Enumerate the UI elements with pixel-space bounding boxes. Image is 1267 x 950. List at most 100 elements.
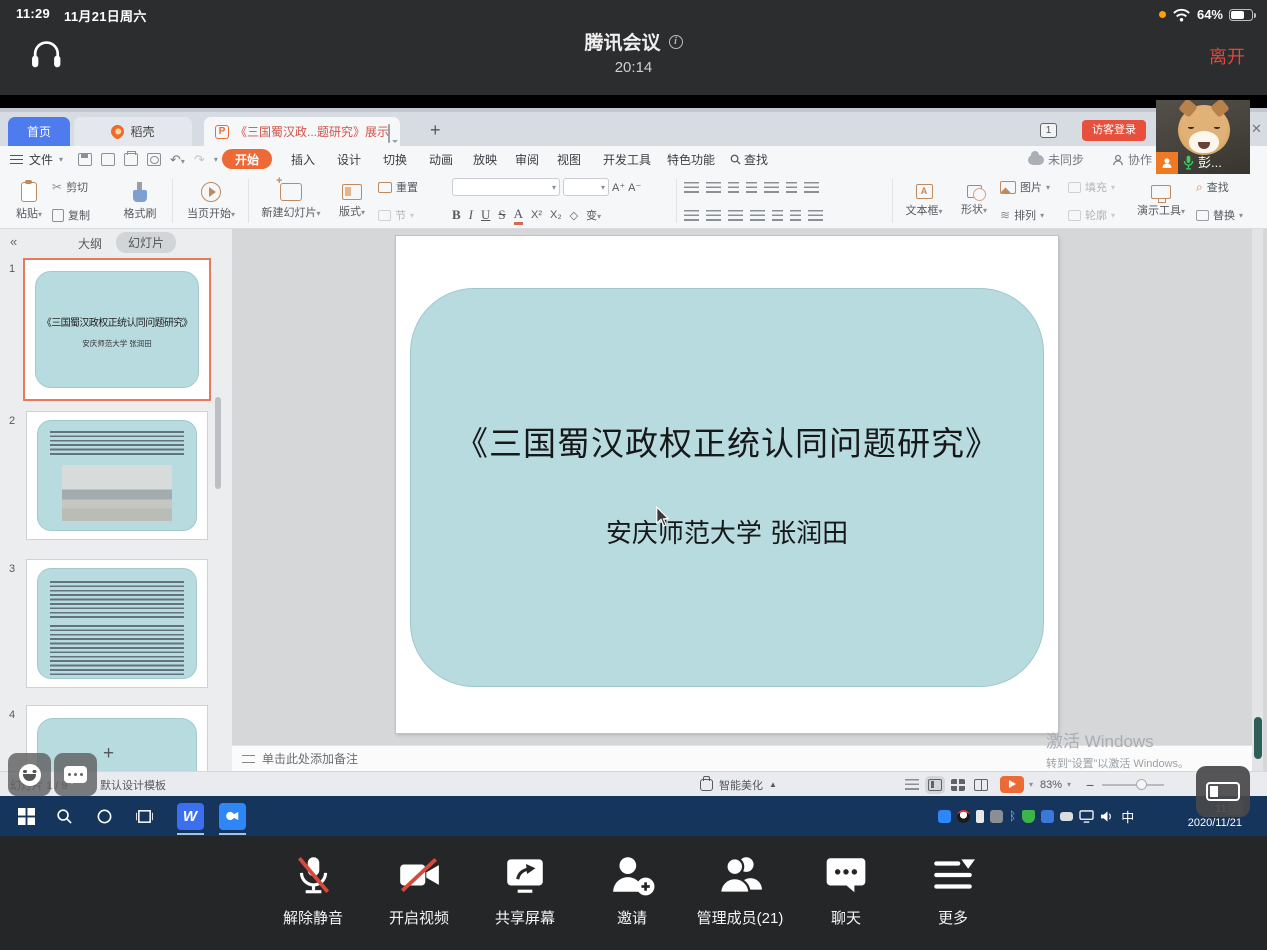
cortana-button[interactable] bbox=[86, 796, 122, 836]
section-button[interactable]: 节▾ bbox=[378, 201, 448, 229]
align-left-icon[interactable] bbox=[684, 210, 699, 221]
slides-tab[interactable]: 幻灯片 bbox=[116, 232, 176, 253]
reset-button[interactable]: 重置 bbox=[378, 173, 448, 201]
tray-storage-icon[interactable] bbox=[1060, 812, 1073, 821]
task-view-button[interactable] bbox=[126, 796, 162, 836]
save-icon[interactable] bbox=[78, 153, 92, 166]
file-menu[interactable]: 文件 ▾ bbox=[10, 146, 63, 173]
number-list-icon[interactable] bbox=[706, 182, 721, 193]
notes-view-icon[interactable] bbox=[905, 779, 919, 790]
align-right-icon[interactable] bbox=[728, 210, 743, 221]
unmute-button[interactable]: 解除静音 bbox=[260, 852, 366, 928]
canvas-scrollbar-thumb[interactable] bbox=[1254, 717, 1262, 759]
font-shrink-button[interactable]: A⁻ bbox=[628, 181, 641, 194]
menu-tab-transition[interactable]: 切换 bbox=[382, 146, 408, 173]
undo-icon[interactable]: ↶▾ bbox=[170, 152, 185, 168]
zoom-slider[interactable] bbox=[1102, 772, 1164, 797]
text-direction-icon[interactable] bbox=[804, 182, 819, 193]
tray-device-icon[interactable] bbox=[990, 810, 1003, 823]
italic-button[interactable]: I bbox=[469, 207, 473, 223]
tray-display-icon[interactable] bbox=[1079, 810, 1094, 823]
format-painter-button[interactable]: 格式刷 bbox=[116, 173, 164, 229]
wps-close-button[interactable]: ✕ bbox=[1251, 121, 1262, 137]
tray-volume-icon[interactable] bbox=[1100, 810, 1115, 823]
panel-scrollbar[interactable] bbox=[215, 397, 221, 489]
slide-sorter-icon[interactable] bbox=[951, 779, 965, 791]
chat-button[interactable]: 聊天 bbox=[793, 852, 899, 928]
subscript-button[interactable]: X₂ bbox=[550, 209, 562, 221]
leave-meeting-button[interactable]: 离开 bbox=[1209, 43, 1245, 69]
replace-button[interactable]: 替换▾ bbox=[1196, 201, 1252, 229]
menu-tab-view[interactable]: 视图 bbox=[556, 146, 582, 173]
comment-bubble-icon[interactable] bbox=[388, 125, 390, 143]
wps-tab-document[interactable]: P 《三国蜀汉政...题研究》展示 bbox=[204, 117, 400, 146]
taskbar-wps-app[interactable]: W bbox=[170, 796, 210, 836]
superscript-button[interactable]: X² bbox=[531, 209, 542, 221]
cloud-sync-status[interactable]: 未同步 bbox=[1028, 146, 1084, 173]
find-button[interactable]: ⌕查找 bbox=[1196, 173, 1252, 201]
outline-tab[interactable]: 大纲 bbox=[78, 235, 102, 252]
tray-app-icon[interactable] bbox=[1041, 810, 1054, 823]
menu-tab-home[interactable]: 开始 bbox=[222, 149, 272, 169]
share-screen-button[interactable]: 共享屏幕 bbox=[472, 852, 578, 928]
guest-login-badge[interactable]: 访客登录 bbox=[1082, 120, 1146, 141]
collaborate-button[interactable]: 协作 bbox=[1112, 146, 1152, 173]
justify-icon[interactable] bbox=[750, 210, 765, 221]
reading-view-icon[interactable] bbox=[974, 779, 988, 791]
menu-tab-features[interactable]: 特色功能 bbox=[666, 146, 716, 173]
columns-icon[interactable] bbox=[786, 182, 797, 193]
redo-icon[interactable]: ↷ bbox=[194, 152, 205, 168]
bullet-list-icon[interactable] bbox=[684, 182, 699, 193]
font-color-button[interactable]: A bbox=[514, 206, 523, 225]
tray-usb-icon[interactable] bbox=[976, 810, 984, 823]
present-tools-button[interactable]: 演示工具▾ bbox=[1130, 173, 1192, 229]
slideshow-play-button[interactable]: ▾ bbox=[1000, 772, 1033, 797]
participant-video-tile[interactable]: 彭... bbox=[1156, 100, 1250, 174]
outline-button[interactable]: 轮廓▾ bbox=[1068, 201, 1126, 229]
zoom-slider-knob[interactable] bbox=[1136, 779, 1147, 790]
slide-thumbnail-3[interactable] bbox=[26, 559, 208, 688]
wps-tab-docer[interactable]: 稻壳 bbox=[74, 117, 192, 146]
slide-thumbnail-1[interactable]: 《三国蜀汉政权正统认同问题研究》 安庆师范大学 张润田 bbox=[23, 258, 211, 401]
copy-button[interactable]: 复制 bbox=[52, 201, 114, 229]
menu-tab-animation[interactable]: 动画 bbox=[428, 146, 454, 173]
menu-tab-design[interactable]: 设计 bbox=[336, 146, 362, 173]
output-icon[interactable] bbox=[101, 153, 115, 166]
reaction-button[interactable] bbox=[8, 753, 51, 796]
font-size-select[interactable]: ▾ bbox=[563, 178, 609, 196]
floating-window-button[interactable] bbox=[1196, 766, 1250, 817]
new-slide-button[interactable]: 新建幻灯片▾ bbox=[256, 173, 326, 229]
current-slide[interactable]: 《三国蜀汉政权正统认同问题研究》 安庆师范大学 张润田 bbox=[396, 236, 1058, 733]
template-name[interactable]: 默认设计模板 bbox=[100, 772, 166, 797]
notes-bar[interactable]: 单击此处添加备注 bbox=[232, 745, 1252, 771]
print-icon[interactable] bbox=[124, 153, 138, 166]
picture-button[interactable]: 图片▾ bbox=[1000, 173, 1066, 201]
start-button[interactable] bbox=[8, 796, 44, 836]
toolbar-options-icon[interactable]: ▾ bbox=[214, 155, 218, 164]
zoom-percent[interactable]: 83%▾ bbox=[1040, 772, 1071, 797]
quick-chat-button[interactable] bbox=[54, 753, 97, 796]
meeting-info-icon[interactable]: i bbox=[669, 35, 683, 49]
tray-security-shield-icon[interactable] bbox=[1022, 810, 1035, 823]
zoom-out-button[interactable]: − bbox=[1086, 772, 1094, 797]
invite-button[interactable]: 邀请 bbox=[579, 852, 685, 928]
taskbar-meeting-app[interactable] bbox=[212, 796, 252, 836]
taskbar-search-button[interactable] bbox=[46, 796, 82, 836]
more-button[interactable]: 更多 bbox=[900, 852, 1006, 928]
distribute-icon[interactable] bbox=[772, 210, 783, 221]
paste-button[interactable]: 粘贴▾ bbox=[8, 173, 50, 229]
tray-meeting-icon[interactable] bbox=[938, 810, 951, 823]
slide-thumbnail-2[interactable] bbox=[26, 411, 208, 540]
tray-bluetooth-icon[interactable]: ᛒ bbox=[1009, 809, 1016, 823]
strikethrough-button[interactable]: S bbox=[498, 207, 505, 223]
add-slide-button[interactable]: + bbox=[103, 743, 114, 765]
increase-indent-icon[interactable] bbox=[746, 182, 757, 193]
panel-collapse-button[interactable]: « bbox=[10, 234, 17, 249]
normal-view-icon[interactable] bbox=[928, 779, 942, 791]
play-from-current-button[interactable]: 当页开始▾ bbox=[180, 173, 242, 229]
layout-button[interactable]: 版式▾ bbox=[330, 173, 374, 229]
vertical-align-icon[interactable] bbox=[790, 210, 801, 221]
text-box-button[interactable]: A 文本框▾ bbox=[898, 173, 950, 229]
align-center-icon[interactable] bbox=[706, 210, 721, 221]
tray-qq-icon[interactable] bbox=[957, 810, 970, 823]
